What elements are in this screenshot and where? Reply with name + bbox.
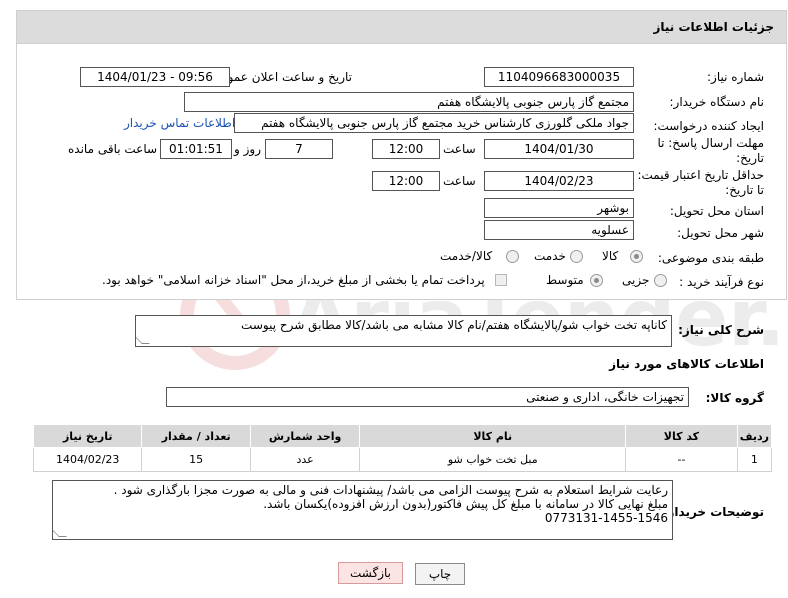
- category-radio-both[interactable]: [506, 250, 519, 263]
- resize-grip-icon[interactable]: [53, 529, 67, 537]
- treasury-payment-checkbox[interactable]: [495, 274, 507, 286]
- buyer-contact-link[interactable]: اطلاعات تماس خریدار: [124, 116, 235, 130]
- cell-row-number: 1: [736, 447, 773, 472]
- treasury-payment-note: پرداخت تمام یا بخشی از مبلغ خرید،از محل …: [102, 273, 485, 287]
- need-number-field: 1104096683000035: [484, 67, 634, 87]
- buyer-notes-line-1: رعایت شرایط استعلام به شرح پیوست الزامی …: [113, 483, 668, 497]
- min-price-time-field: 12:00: [372, 171, 440, 191]
- process-label: نوع فرآیند خرید :: [679, 275, 764, 289]
- cell-code: --: [625, 447, 738, 472]
- cell-date: 1404/02/23: [32, 447, 143, 472]
- buyer-notes-line-3: 0773131-1455-1546: [544, 511, 668, 525]
- buyer-org-field: مجتمع گاز پارس جنوبی پالایشگاه هفتم: [184, 92, 634, 112]
- deadline-label-2: تاریخ:: [736, 151, 764, 165]
- time-remaining-field: 01:01:51: [160, 139, 232, 159]
- col-header-quantity: تعداد / مقدار: [141, 424, 251, 448]
- page-title: جزئیات اطلاعات نیاز: [653, 20, 774, 34]
- deadline-date-field: 1404/01/30: [484, 139, 634, 159]
- goods-group-label: گروه کالا:: [705, 391, 764, 405]
- cell-quantity: 15: [141, 447, 251, 472]
- table-row: 1 -- مبل تخت خواب شو عدد 15 1404/02/23: [32, 447, 773, 472]
- deadline-time-field: 12:00: [372, 139, 440, 159]
- category-radio-service[interactable]: [570, 250, 583, 263]
- col-header-code: کد کالا: [625, 424, 738, 448]
- resize-grip-icon[interactable]: [136, 336, 150, 344]
- goods-table: ردیف کد کالا نام کالا واحد شمارش تعداد /…: [32, 424, 773, 472]
- city-label: شهر محل تحویل:: [677, 226, 764, 240]
- announce-datetime-field: 1404/01/23 - 09:56: [80, 67, 230, 87]
- min-price-label-2: تا تاریخ:: [725, 183, 764, 197]
- creator-field: جواد ملکی گلورزی کارشناس خرید مجتمع گاز …: [234, 113, 634, 133]
- process-radio-medium[interactable]: [590, 274, 603, 287]
- category-label: طبقه بندی موضوعی:: [657, 251, 764, 265]
- print-button[interactable]: چاپ: [415, 563, 465, 585]
- table-header-row: ردیف کد کالا نام کالا واحد شمارش تعداد /…: [32, 424, 773, 448]
- deadline-label-1: مهلت ارسال پاسخ: تا: [657, 136, 764, 150]
- cell-name: مبل تخت خواب شو: [359, 447, 627, 472]
- description-textarea[interactable]: کاناپه تخت خواب شو/پالایشگاه هفتم/نام کا…: [135, 315, 672, 347]
- process-option-minor: جزیی: [622, 273, 650, 287]
- goods-group-field: تجهیزات خانگی، اداری و صنعتی: [166, 387, 689, 407]
- category-option-goods: کالا: [602, 249, 619, 263]
- category-radio-goods[interactable]: [630, 250, 643, 263]
- time-remaining-label: ساعت باقی مانده: [68, 142, 158, 156]
- description-label: شرح کلی نیاز:: [678, 323, 764, 337]
- min-price-date-field: 1404/02/23: [484, 171, 634, 191]
- process-radio-minor[interactable]: [654, 274, 667, 287]
- buyer-notes-label: توضیحات خریدار:: [662, 505, 764, 519]
- description-text: کاناپه تخت خواب شو/پالایشگاه هفتم/نام کا…: [241, 318, 667, 332]
- category-option-both: کالا/خدمت: [440, 249, 493, 263]
- city-field: عسلویه: [484, 220, 634, 240]
- cell-unit: عدد: [249, 447, 361, 472]
- col-header-unit: واحد شمارش: [249, 424, 361, 448]
- min-price-hour-label: ساعت: [443, 174, 476, 188]
- buyer-notes-line-2: مبلغ نهایی کالا در سامانه با مبلغ کل پیش…: [263, 497, 668, 511]
- days-label: روز و: [234, 142, 261, 156]
- buyer-notes-textarea[interactable]: رعایت شرایط استعلام به شرح پیوست الزامی …: [52, 480, 673, 540]
- buyer-org-label: نام دستگاه خریدار:: [669, 95, 765, 109]
- col-header-date: تاریخ نیاز: [32, 424, 143, 448]
- col-header-name: نام کالا: [359, 424, 627, 448]
- days-remaining-field: 7: [265, 139, 333, 159]
- back-button[interactable]: بازگشت: [338, 562, 403, 584]
- deadline-hour-label: ساعت: [443, 142, 476, 156]
- panel-header: جزئیات اطلاعات نیاز: [16, 10, 787, 44]
- process-option-medium: متوسط: [546, 273, 584, 287]
- goods-section-title: اطلاعات کالاهای مورد نیاز: [609, 357, 764, 371]
- province-label: استان محل تحویل:: [669, 204, 764, 218]
- min-price-label-1: حداقل تاریخ اعتبار قیمت:: [637, 168, 764, 182]
- category-option-service: خدمت: [534, 249, 566, 263]
- province-field: بوشهر: [484, 198, 634, 218]
- need-number-label: شماره نیاز:: [707, 70, 764, 84]
- col-header-row-number: ردیف: [736, 424, 773, 448]
- creator-label: ایجاد کننده درخواست:: [653, 119, 764, 133]
